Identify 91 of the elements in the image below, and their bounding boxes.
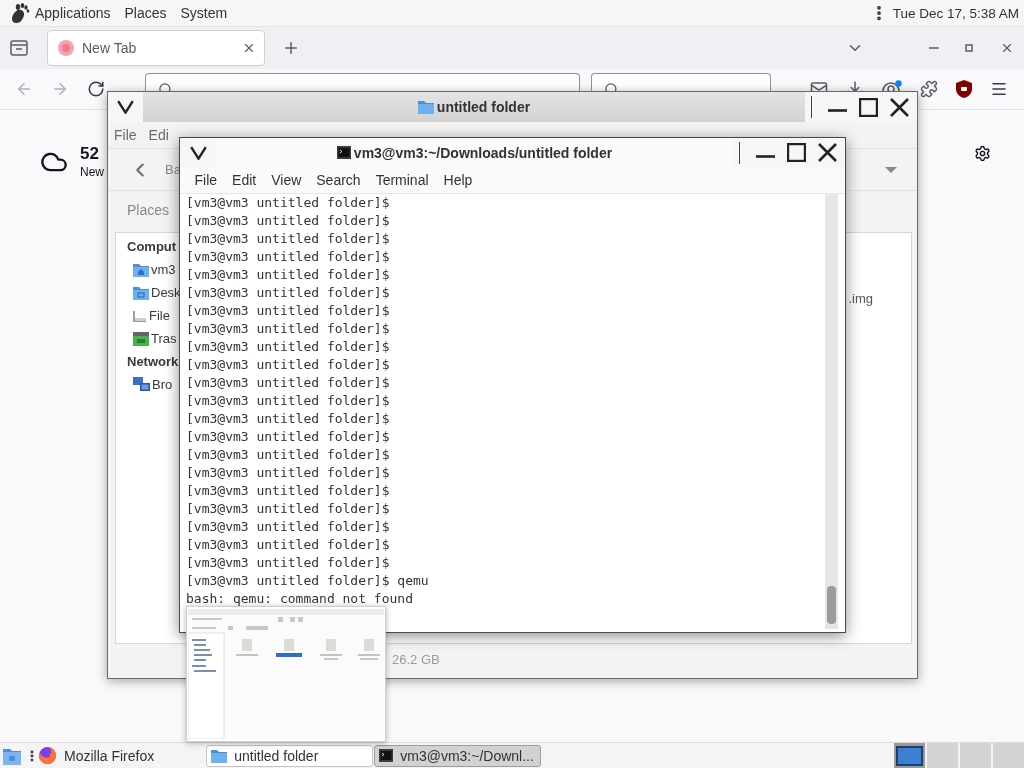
terminal-line: [vm3@vm3 untitled folder]$ xyxy=(186,374,390,392)
menu-item[interactable]: Terminal xyxy=(368,172,437,188)
terminal-line: [vm3@vm3 untitled folder]$ xyxy=(186,554,390,572)
terminal-line: [vm3@vm3 untitled folder]$ xyxy=(186,230,390,248)
clock[interactable]: Tue Dec 17, 5:38 AM xyxy=(892,5,1019,21)
drive-icon xyxy=(133,309,147,322)
file-name[interactable]: .img xyxy=(848,291,873,306)
envelope-icon[interactable] xyxy=(810,80,828,91)
address-field[interactable] xyxy=(145,73,580,91)
terminal-line: [vm3@vm3 untitled folder]$ xyxy=(186,320,390,338)
new-tab-icon[interactable] xyxy=(282,39,300,57)
sidebar-item[interactable]: File xyxy=(127,304,170,327)
taskbar-window-button[interactable]: vm3@vm3:~/Downl... xyxy=(374,744,542,767)
window-thumbnail-icon xyxy=(896,745,923,766)
terminal-line: [vm3@vm3 untitled folder]$ xyxy=(186,266,390,284)
folder-icon xyxy=(211,748,228,763)
menu-item[interactable]: File xyxy=(108,127,143,143)
menu-item[interactable]: Help xyxy=(436,172,480,188)
search-icon xyxy=(604,82,619,92)
terminal-line: [vm3@vm3 untitled folder]$ xyxy=(186,464,390,482)
minimize-icon[interactable] xyxy=(756,154,775,158)
menu-item[interactable]: Edi xyxy=(142,127,175,143)
workspace-button[interactable] xyxy=(894,743,925,768)
sidebar-item[interactable]: Bro xyxy=(127,373,173,396)
restore-icon[interactable] xyxy=(965,44,973,52)
close-icon[interactable] xyxy=(818,143,837,162)
status-text: 26.2 GB xyxy=(392,652,440,667)
terminal-line: [vm3@vm3 untitled folder]$ xyxy=(186,284,390,302)
weather-location: New xyxy=(80,164,104,180)
browser-tab[interactable]: New Tab xyxy=(47,30,265,66)
terminal-line: [vm3@vm3 untitled folder]$ xyxy=(186,392,390,410)
panel-icon[interactable] xyxy=(10,40,28,56)
terminal-line: [vm3@vm3 untitled folder]$ xyxy=(186,482,390,500)
terminal-line: bash: qemu: command not found xyxy=(186,590,413,608)
sidebar-item[interactable]: vm3 xyxy=(127,258,176,281)
terminal-line: [vm3@vm3 untitled folder]$ xyxy=(186,194,390,212)
tab-favicon-icon xyxy=(58,40,74,56)
search-icon xyxy=(158,82,173,92)
browser-logo-icon xyxy=(39,747,56,764)
panel-menu[interactable]: System xyxy=(173,5,235,21)
terminal-line: [vm3@vm3 untitled folder]$ xyxy=(186,212,390,230)
terminal-line: [vm3@vm3 untitled folder]$ xyxy=(186,302,390,320)
sidebar-heading: Network xyxy=(127,353,179,371)
terminal-line: [vm3@vm3 untitled folder]$ xyxy=(186,428,390,446)
window-title: vm3@vm3:~/Downloads/untitled folder xyxy=(353,144,613,161)
terminal-line: [vm3@vm3 untitled folder]$ xyxy=(186,356,390,374)
network-icon xyxy=(133,377,150,392)
sidebar-item[interactable]: Tras xyxy=(127,327,177,350)
terminal-line: [vm3@vm3 untitled folder]$ qemu xyxy=(186,572,429,590)
taskbar-window-button[interactable]: untitled folder xyxy=(206,744,374,767)
panel-menu[interactable]: Places xyxy=(117,5,174,21)
launcher-label[interactable]: Mozilla Firefox xyxy=(64,747,155,764)
terminal-line: [vm3@vm3 untitled folder]$ xyxy=(186,518,390,536)
terminal-line: [vm3@vm3 untitled folder]$ xyxy=(186,446,390,464)
terminal-line: [vm3@vm3 untitled folder]$ xyxy=(186,338,390,356)
account-icon[interactable] xyxy=(882,80,902,91)
dropdown-arrow-icon[interactable] xyxy=(885,166,897,173)
sidebar-item[interactable]: Desk xyxy=(127,281,181,304)
panel-menu[interactable]: Applications xyxy=(28,5,118,21)
terminal-line: [vm3@vm3 untitled folder]$ xyxy=(186,410,390,428)
terminal-line: [vm3@vm3 untitled folder]$ xyxy=(186,536,390,554)
trash-icon xyxy=(133,331,149,346)
shield-icon[interactable] xyxy=(956,80,972,98)
scrollbar-thumb[interactable] xyxy=(827,586,836,624)
reload-icon[interactable] xyxy=(87,80,105,98)
terminal-icon xyxy=(379,749,394,762)
maximize-icon[interactable] xyxy=(859,97,878,117)
scrollbar-track[interactable] xyxy=(825,194,838,629)
menu-icon[interactable] xyxy=(990,80,1008,98)
menu-item[interactable]: Search xyxy=(308,172,369,188)
window-menu-icon[interactable] xyxy=(117,100,134,114)
extensions-icon[interactable] xyxy=(920,80,938,98)
sidebar-heading: Comput xyxy=(127,238,177,256)
menu-item[interactable]: Edit xyxy=(224,172,264,188)
menu-item[interactable]: View xyxy=(263,172,309,188)
window-menu-icon[interactable] xyxy=(189,145,207,160)
search-field[interactable] xyxy=(591,73,771,91)
close-icon[interactable] xyxy=(242,41,256,55)
settings-icon[interactable] xyxy=(974,145,991,162)
terminal-icon xyxy=(336,146,351,159)
terminal-line: [vm3@vm3 untitled folder]$ xyxy=(186,248,390,266)
folder-icon xyxy=(417,100,434,114)
menu-item[interactable]: File xyxy=(187,172,225,188)
home-folder-icon xyxy=(133,262,149,277)
temperature: 52 xyxy=(80,144,100,164)
desktop-folder-icon xyxy=(133,285,149,300)
foot-icon[interactable] xyxy=(10,2,30,24)
window-title: untitled folder xyxy=(436,99,531,115)
close-icon[interactable] xyxy=(890,97,909,117)
maximize-icon[interactable] xyxy=(787,143,806,162)
terminal-line: [vm3@vm3 untitled folder]$ xyxy=(186,500,390,518)
